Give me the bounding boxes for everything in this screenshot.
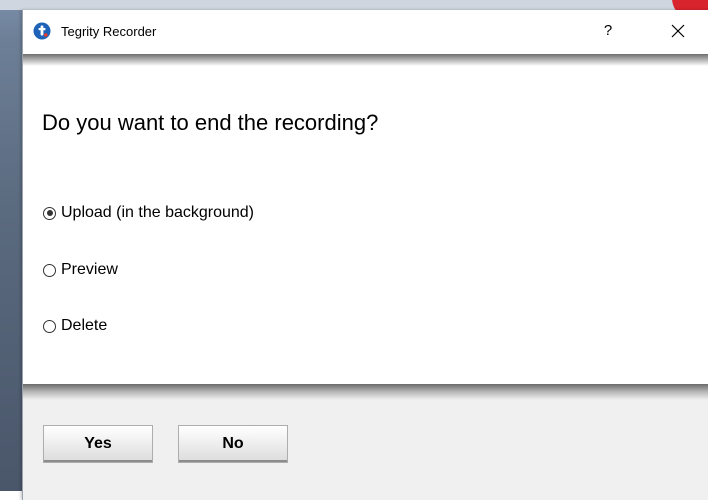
tegrity-logo-icon bbox=[33, 22, 51, 40]
radio-option-preview[interactable]: Preview bbox=[43, 260, 118, 280]
close-button[interactable] bbox=[663, 16, 693, 46]
no-button[interactable]: No bbox=[178, 425, 288, 463]
footer-separator bbox=[23, 384, 708, 400]
close-icon bbox=[671, 22, 685, 39]
yes-button[interactable]: Yes bbox=[43, 425, 153, 463]
radio-label-preview: Preview bbox=[61, 261, 118, 278]
radio-option-upload[interactable]: Upload (in the background) bbox=[43, 203, 254, 223]
radio-button-upload[interactable] bbox=[43, 206, 56, 220]
radio-label-upload: Upload (in the background) bbox=[61, 204, 255, 221]
window-title: Tegrity Recorder bbox=[61, 24, 157, 39]
title-bar: Tegrity Recorder ? bbox=[23, 10, 708, 54]
background-window-top bbox=[0, 0, 708, 10]
radio-option-delete[interactable]: Delete bbox=[43, 316, 107, 336]
radio-label-delete: Delete bbox=[61, 317, 108, 334]
help-button[interactable]: ? bbox=[593, 16, 623, 46]
dialog-question: Do you want to end the recording? bbox=[42, 110, 379, 135]
tegrity-recorder-dialog: Tegrity Recorder ? Do you want to end th… bbox=[22, 10, 708, 500]
background-window bbox=[0, 0, 22, 491]
radio-button-delete[interactable] bbox=[43, 319, 56, 333]
title-separator bbox=[23, 54, 708, 66]
radio-button-preview[interactable] bbox=[43, 263, 56, 277]
